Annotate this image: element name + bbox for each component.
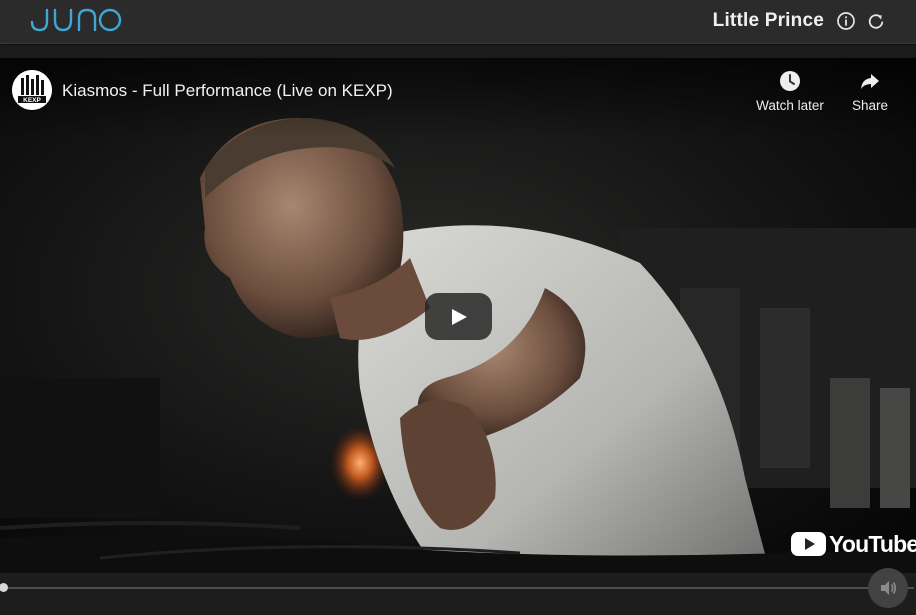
video-player[interactable]: KEXP Kiasmos - Full Performance (Live on… (0, 58, 916, 573)
share-label: Share (851, 98, 889, 113)
youtube-logo-text: YouTube (829, 531, 916, 557)
clock-icon (780, 71, 800, 91)
info-button[interactable] (836, 11, 856, 31)
kexp-logo-icon: KEXP (12, 70, 52, 110)
share-icon (861, 74, 879, 89)
header-spacer (0, 45, 916, 58)
app-header: Little Prince (0, 0, 916, 44)
share-button[interactable]: Share (830, 70, 910, 113)
youtube-play-icon (791, 532, 826, 556)
player-controls (0, 568, 916, 615)
seek-handle[interactable] (0, 583, 8, 592)
channel-avatar[interactable]: KEXP (12, 70, 52, 110)
video-title-link[interactable]: Kiasmos - Full Performance (Live on KEXP… (62, 81, 393, 101)
info-icon (837, 12, 855, 30)
seek-bar[interactable] (2, 587, 914, 589)
watch-later-label: Watch later (756, 98, 824, 113)
play-button[interactable] (425, 293, 492, 340)
youtube-logo[interactable]: YouTube (791, 531, 916, 557)
volume-icon (881, 581, 897, 595)
refresh-icon (868, 14, 884, 29)
play-icon (452, 309, 467, 325)
channel-avatar-text: KEXP (23, 97, 41, 104)
refresh-button[interactable] (866, 11, 886, 31)
volume-button[interactable] (868, 568, 908, 608)
juno-logo[interactable] (30, 6, 122, 32)
watch-later-button[interactable]: Watch later (750, 70, 830, 113)
app-title: Little Prince (712, 10, 824, 31)
video-info-bar: KEXP Kiasmos - Full Performance (Live on… (0, 58, 916, 138)
